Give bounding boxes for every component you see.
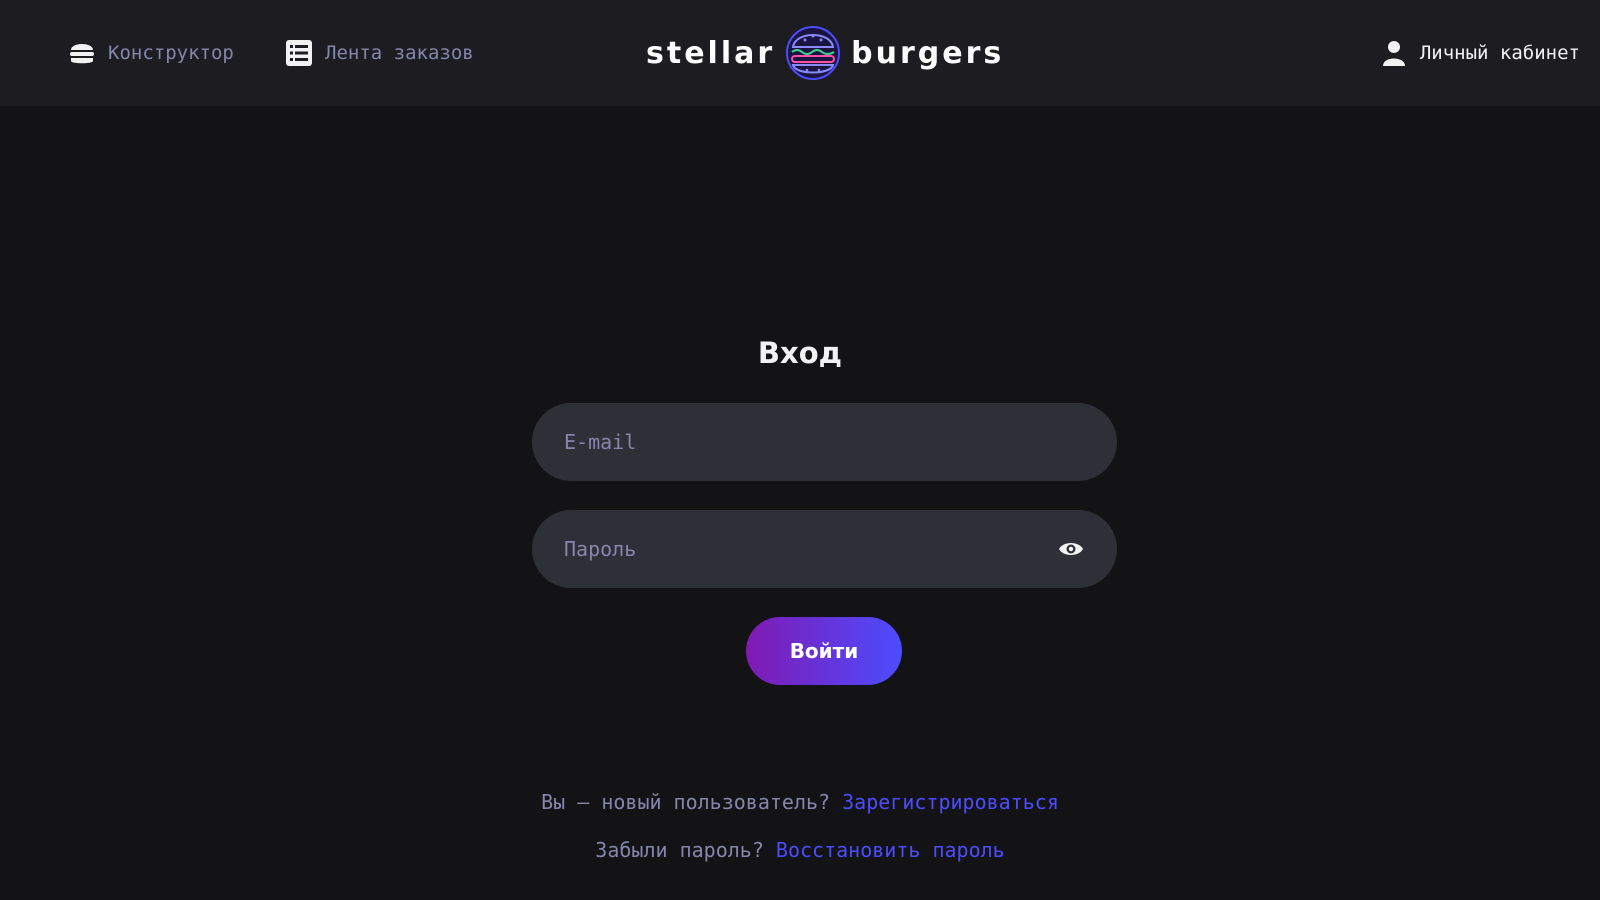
logo-word-stellar: stellar (646, 35, 776, 71)
logo-word-burgers: burgers (851, 35, 1005, 71)
password-input[interactable] (564, 537, 1057, 561)
register-link[interactable]: Зарегистрироваться (842, 790, 1059, 814)
password-field[interactable] (532, 510, 1117, 588)
app-header: Конструктор Лента заказов stellar burger… (0, 0, 1600, 106)
nav-account-link[interactable]: Личный кабинет (1380, 0, 1580, 106)
nav-constructor-label: Конструктор (108, 42, 234, 64)
restore-password-link[interactable]: Восстановить пароль (776, 838, 1005, 862)
page-title: Вход (757, 336, 843, 370)
login-page: Вход Войти Вы — новый пользователь? Заре… (0, 106, 1600, 900)
forgot-password-hint: Забыли пароль? Восстановить пароль (0, 838, 1600, 862)
register-hint: Вы — новый пользователь? Зарегистрироват… (0, 790, 1600, 814)
nav-constructor-link[interactable]: Конструктор (68, 0, 234, 106)
nav-account-label: Личный кабинет (1419, 42, 1580, 64)
email-input[interactable] (564, 430, 1085, 454)
app-logo[interactable]: stellar burgers (646, 24, 1004, 82)
login-button[interactable]: Войти (746, 617, 902, 685)
eye-icon[interactable] (1057, 535, 1085, 563)
forgot-password-text: Забыли пароль? (595, 838, 764, 862)
email-field[interactable] (532, 403, 1117, 481)
new-user-text: Вы — новый пользователь? (541, 790, 831, 814)
burger-icon (68, 39, 96, 67)
list-icon (285, 39, 313, 67)
nav-feed-label: Лента заказов (325, 42, 474, 64)
burger-logo-icon (785, 25, 841, 81)
profile-icon (1380, 39, 1408, 67)
nav-feed-link[interactable]: Лента заказов (285, 0, 474, 106)
